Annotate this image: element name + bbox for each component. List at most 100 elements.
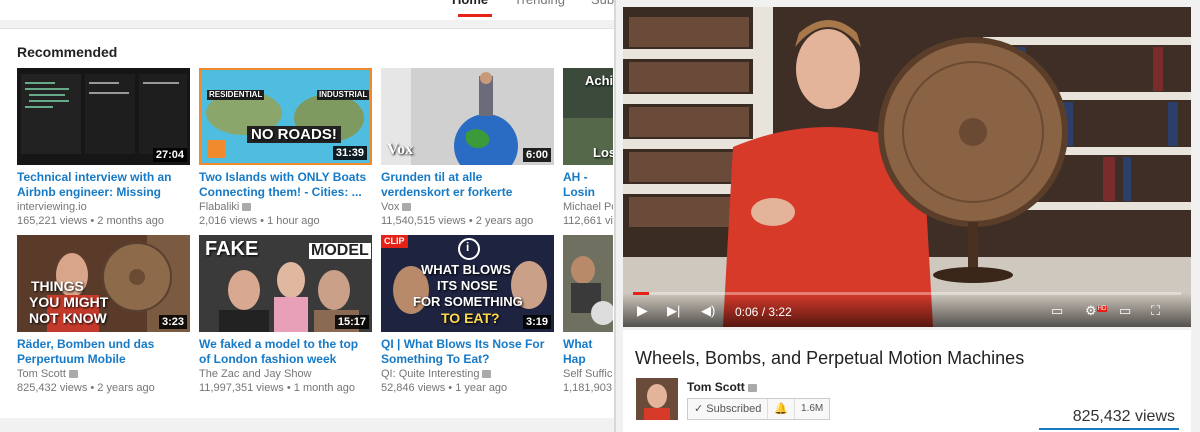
video-card[interactable]: THINGS YOU MIGHT NOT KNOW 3:23 Räder, Bo… (17, 235, 190, 395)
duration-badge: 3:19 (522, 315, 551, 329)
theater-icon[interactable]: ▭ (1119, 303, 1131, 319)
view-count: 825,432 views (1072, 408, 1175, 425)
video-thumbnail[interactable]: CLIP i WHAT BLOWS ITS NOSE FOR SOMETHING… (381, 235, 554, 332)
bell-icon[interactable]: 🔔 (768, 399, 796, 419)
video-stats: 11,540,515 views • 2 years ago (381, 215, 534, 227)
thumbnail-text: THINGS (31, 278, 84, 294)
video-stats: 165,221 views • 2 months ago (17, 215, 164, 227)
view-count: 165,221 views (17, 215, 88, 227)
video-title: Wheels, Bombs, and Perpetual Motion Mach… (635, 348, 1025, 368)
next-icon[interactable]: ▶| (667, 303, 680, 319)
view-count: 1,181,903 vi (563, 382, 613, 394)
video-thumbnail[interactable]: FAKE MODEL 15:17 (199, 235, 372, 332)
thumbnail-text: Achi (585, 73, 613, 88)
upload-age: 2 years ago (97, 382, 155, 394)
video-card[interactable]: RESIDENTIAL INDUSTRIAL NO ROADS! 31:39 T… (199, 68, 372, 228)
clip-badge: CLIP (381, 235, 408, 248)
avatar[interactable] (636, 378, 678, 420)
channel-name[interactable]: QI: Quite Interesting (381, 368, 554, 381)
verified-icon (402, 203, 412, 211)
upload-age: 2 months ago (97, 215, 164, 227)
video-title[interactable]: Grunden til at alle verdenskort er forke… (381, 170, 554, 200)
tab-trending[interactable]: Trending (514, 0, 565, 17)
channel-name[interactable]: Vox (381, 201, 554, 214)
video-thumbnail[interactable]: Achi Los (563, 68, 613, 165)
progress-played (633, 292, 650, 295)
video-title[interactable]: We faked a model to the top of London fa… (199, 337, 372, 367)
channel-name[interactable]: The Zac and Jay Show (199, 368, 372, 381)
video-thumbnail[interactable]: THINGS YOU MIGHT NOT KNOW 3:23 (17, 235, 190, 332)
tab-home[interactable]: Home (452, 0, 493, 17)
hd-badge: HD (1096, 305, 1108, 312)
verified-icon (747, 384, 757, 392)
nav-tabs: Home Trending Subs (452, 0, 621, 17)
avatar-image (636, 378, 678, 420)
video-stats: 825,432 views • 2 years ago (17, 382, 155, 394)
time-display: 0:06 / 3:22 (735, 305, 792, 319)
video-title[interactable]: Technical interview with an Airbnb engin… (17, 170, 190, 200)
thumbnail-text: TO EAT? (441, 310, 500, 326)
view-count: 11,540,515 views (381, 215, 466, 227)
subscribe-button[interactable]: ✓ Subscribed 🔔 1.6M (687, 398, 831, 420)
video-stats: 52,846 views • 1 year ago (381, 382, 508, 394)
likes-bar (1039, 428, 1179, 430)
video-card[interactable]: CLIP i WHAT BLOWS ITS NOSE FOR SOMETHING… (381, 235, 554, 395)
thumbnail-text: NO ROADS! (247, 126, 341, 143)
subscribed-state[interactable]: ✓ Subscribed (688, 399, 769, 419)
verified-icon (242, 203, 252, 211)
channel-name[interactable]: Tom Scott (17, 368, 190, 381)
player-controls: ▶ ▶| ◀) 0:06 / 3:22 ▭ ⚙HD ▭ ⛶ (623, 292, 1191, 327)
thumbnail-text: YOU MIGHT (29, 294, 109, 310)
view-count: 825,432 views (17, 382, 88, 394)
video-card[interactable]: FAKE MODEL 15:17 We faked a model to the… (199, 235, 372, 395)
video-card[interactable]: 27:04 Technical interview with an Airbnb… (17, 68, 190, 228)
settings-icon[interactable]: ⚙HD (1085, 303, 1108, 319)
thumbnail-text: WHAT BLOWS (421, 262, 512, 277)
upload-age: 1 hour ago (267, 215, 320, 227)
thumbnail-text: RESIDENTIAL (207, 90, 265, 100)
channel-name[interactable]: interviewing.io (17, 201, 190, 214)
view-count: 2,016 views (199, 215, 258, 227)
volume-icon[interactable]: ◀) (701, 303, 715, 319)
thumbnail-text: ITS NOSE (437, 278, 498, 293)
duration-badge: 15:17 (334, 315, 369, 329)
upload-age: 2 years ago (475, 215, 534, 227)
video-info: Wheels, Bombs, and Perpetual Motion Mach… (623, 330, 1191, 432)
video-stats: 2,016 views • 1 hour ago (199, 215, 320, 227)
time-separator: / (761, 305, 766, 319)
video-thumbnail[interactable]: Vox 6:00 (381, 68, 554, 165)
video-card[interactable]: What Hap Bury Kitch Self Sufficie 1,181,… (563, 235, 613, 395)
top-nav: Home Trending Subs (0, 0, 621, 20)
video-card[interactable]: Achi Los AH - Losin Crying Pa Michael Po… (563, 68, 613, 228)
duration-badge: 6:00 (522, 148, 551, 162)
thumbnail-text: NOT KNOW (29, 310, 107, 326)
verified-icon (482, 370, 492, 378)
channel-name[interactable]: Michael Por (563, 201, 613, 214)
video-title[interactable]: AH - Losin Crying Pa (563, 170, 613, 200)
thumbnail-text: MODEL (309, 242, 371, 259)
captions-icon[interactable]: ▭ (1051, 303, 1063, 319)
video-title[interactable]: What Hap Bury Kitch (563, 337, 613, 367)
view-count: 112,661 vie (563, 215, 613, 227)
kitchen-thumbnail-art (563, 235, 613, 332)
progress-bar[interactable] (633, 292, 1181, 295)
video-title[interactable]: Two Islands with ONLY Boats Connecting t… (199, 170, 372, 200)
thumbnail-text: FAKE (205, 238, 259, 260)
channel-name[interactable]: Flabaliki (199, 201, 372, 214)
time-current: 0:06 (735, 305, 759, 319)
video-thumbnail[interactable]: 27:04 (17, 68, 190, 165)
video-title[interactable]: QI | What Blows Its Nose For Something T… (381, 337, 554, 367)
video-thumbnail[interactable]: RESIDENTIAL INDUSTRIAL NO ROADS! 31:39 (199, 68, 372, 165)
duration-badge: 31:39 (332, 146, 367, 160)
video-thumbnail[interactable] (563, 235, 613, 332)
recommended-feed: Recommended 27:04 Technical interview wi… (0, 28, 620, 418)
view-count: 11,997,351 views (199, 382, 284, 394)
fullscreen-icon[interactable]: ⛶ (1151, 303, 1160, 319)
video-card[interactable]: Vox 6:00 Grunden til at alle verdenskort… (381, 68, 554, 228)
video-title[interactable]: Räder, Bomben und das Perpertuum Mobile (17, 337, 190, 367)
duration-badge: 3:23 (158, 315, 187, 329)
channel-name[interactable]: Self Sufficie (563, 368, 613, 381)
channel-name[interactable]: Tom Scott (687, 380, 757, 394)
play-icon[interactable]: ▶ (637, 302, 648, 319)
video-player[interactable]: ▶ ▶| ◀) 0:06 / 3:22 ▭ ⚙HD ▭ ⛶ (623, 7, 1191, 327)
